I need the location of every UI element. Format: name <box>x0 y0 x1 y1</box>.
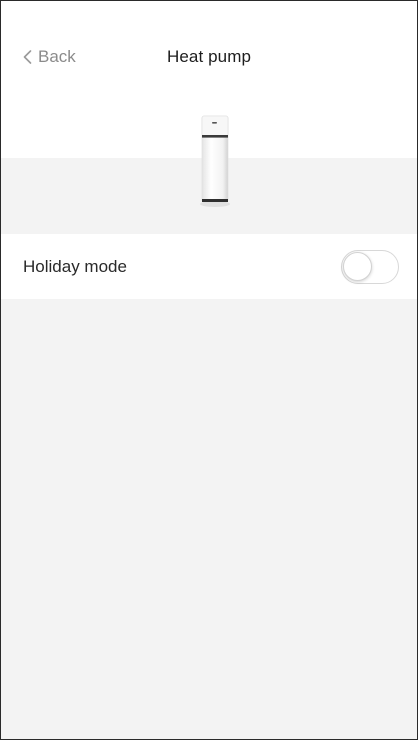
app-screen: Back Heat pump Holiday mode <box>0 0 418 740</box>
heat-pump-unit-icon <box>200 115 230 207</box>
toggle-knob <box>343 251 372 281</box>
page-title: Heat pump <box>166 47 252 66</box>
holiday-mode-toggle[interactable] <box>341 249 399 284</box>
holiday-mode-label: Holiday mode <box>23 256 127 276</box>
holiday-mode-row: Holiday mode <box>1 234 417 299</box>
content-area <box>1 299 417 739</box>
